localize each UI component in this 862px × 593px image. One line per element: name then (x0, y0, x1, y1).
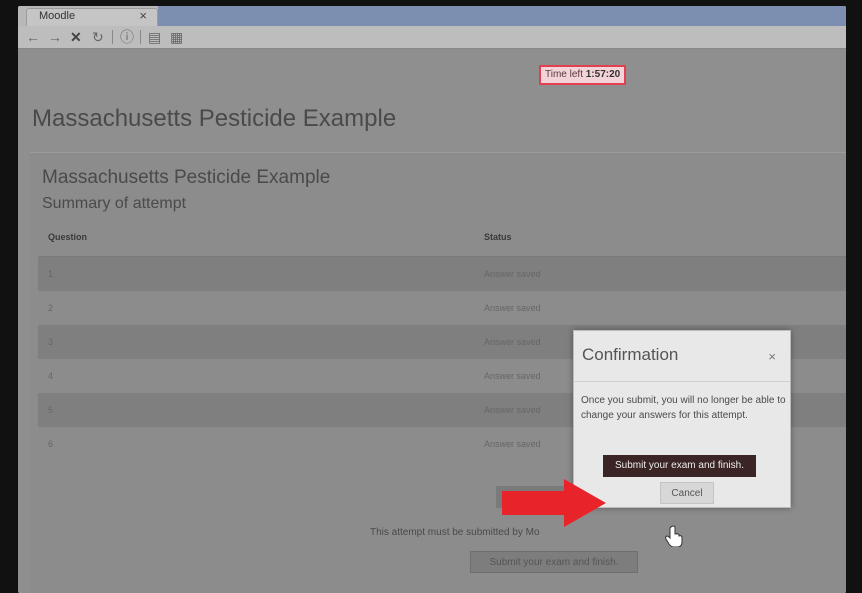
close-icon[interactable]: × (768, 349, 776, 364)
question-status: Answer saved (484, 371, 541, 381)
question-number[interactable]: 1 (48, 269, 53, 279)
tab-title: Moodle (39, 10, 76, 22)
tab-strip-fill (158, 6, 846, 26)
table-header: Question Status (38, 222, 846, 257)
browser-tab[interactable]: Moodle × (26, 8, 158, 26)
question-status: Answer saved (484, 439, 541, 449)
dialog-header: Confirmation × (574, 331, 790, 382)
stop-icon[interactable]: ✕ (70, 28, 82, 46)
question-number[interactable]: 4 (48, 371, 53, 381)
tab-close-icon[interactable]: × (139, 8, 147, 23)
question-number[interactable]: 3 (48, 337, 53, 347)
submit-exam-button[interactable]: Submit your exam and finish. (603, 455, 756, 477)
submission-deadline-note: This attempt must be submitted by Mo (370, 527, 540, 538)
table-row[interactable]: 1 Answer saved (38, 257, 846, 291)
question-number[interactable]: 5 (48, 405, 53, 415)
dialog-message: Once you submit, you will no longer be a… (581, 395, 786, 421)
page-heading: Massachusetts Pesticide Example (32, 105, 397, 132)
info-icon[interactable]: ⓘ (120, 28, 134, 46)
nav-divider (140, 30, 141, 44)
nav-divider (112, 30, 113, 44)
back-icon[interactable]: ← (26, 28, 40, 46)
time-left-badge: Time left 1:57:20 (539, 65, 627, 85)
table-row[interactable]: 2 Answer saved (38, 291, 846, 325)
reload-icon[interactable]: ↻ (92, 28, 104, 46)
column-header-status: Status (484, 232, 512, 242)
question-status: Answer saved (484, 405, 541, 415)
reader-view-icon[interactable]: ▤ (148, 28, 161, 46)
time-left-label: Time left (545, 69, 583, 80)
screen: Moodle × ← → ✕ ↻ ⓘ ▤ ▦ Time left 1:57:20… (18, 6, 846, 593)
calculator-icon[interactable]: ▦ (170, 28, 183, 46)
hand-cursor-icon (665, 525, 683, 547)
quiz-title: Massachusetts Pesticide Example (42, 167, 331, 188)
submit-all-button[interactable]: Submit your exam and finish. (470, 551, 638, 573)
question-status: Answer saved (484, 337, 541, 347)
nav-bar: ← → ✕ ↻ ⓘ ▤ ▦ (18, 26, 846, 49)
red-arrow-annotation (502, 479, 606, 527)
question-number[interactable]: 6 (48, 439, 53, 449)
dialog-title: Confirmation (582, 345, 679, 364)
cancel-button[interactable]: Cancel (660, 482, 714, 504)
question-number[interactable]: 2 (48, 303, 53, 313)
question-status: Answer saved (484, 303, 541, 313)
column-header-question: Question (48, 232, 88, 242)
time-left-value: 1:57:20 (585, 69, 621, 80)
question-status: Answer saved (484, 269, 541, 279)
page: Time left 1:57:20 Massachusetts Pesticid… (18, 49, 846, 593)
tab-bar: Moodle × (18, 6, 846, 26)
forward-icon[interactable]: → (48, 28, 62, 46)
summary-subtitle: Summary of attempt (42, 195, 187, 212)
